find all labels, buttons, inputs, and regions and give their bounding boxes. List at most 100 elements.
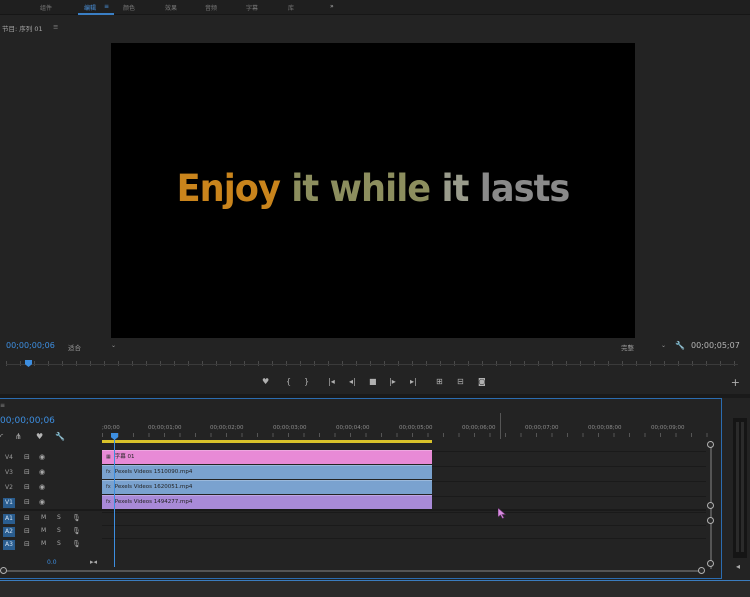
solo-button[interactable]: S: [57, 514, 61, 521]
workspace-overflow-icon[interactable]: »: [330, 3, 334, 10]
track-lane-a1[interactable]: [102, 512, 706, 526]
eye-icon[interactable]: ◉: [39, 483, 45, 491]
sync-lock-icon[interactable]: ⊟: [24, 527, 30, 535]
video-preview[interactable]: Enjoy it while it lasts: [111, 43, 635, 338]
track-lane-a3[interactable]: [102, 538, 706, 552]
mute-button[interactable]: M: [41, 514, 46, 521]
eye-icon[interactable]: ◉: [39, 453, 45, 461]
solo-button[interactable]: S: [57, 540, 61, 547]
sync-lock-icon[interactable]: ⊟: [24, 453, 30, 461]
work-area-bar[interactable]: [102, 440, 432, 443]
scrollbar-handle-bottom[interactable]: [707, 560, 714, 567]
step-forward-icon[interactable]: |▸: [389, 377, 396, 386]
nest-toggle-icon[interactable]: ◜: [0, 432, 3, 441]
track-name[interactable]: A3: [3, 540, 15, 550]
eye-icon[interactable]: ◉: [39, 468, 45, 476]
insert-icon[interactable]: ⊞: [436, 377, 443, 386]
workspace-menu-icon[interactable]: ≡: [104, 3, 109, 10]
clip-label: Pexels Videos 1620051.mp4: [114, 484, 193, 490]
workspace-tab-captions[interactable]: 字幕: [246, 3, 258, 12]
scrollbar-handle-mid[interactable]: [707, 502, 714, 509]
microphone-icon[interactable]: 🎙: [72, 527, 81, 535]
solo-meter-icon[interactable]: ◂: [736, 562, 740, 571]
mark-in-icon[interactable]: {: [286, 377, 291, 386]
master-volume-value[interactable]: 0.0: [47, 559, 57, 566]
monitor-scrubber[interactable]: [6, 360, 738, 368]
timeline-timecode[interactable]: 00;00;00;06: [0, 416, 55, 426]
ruler-label: 00;00;03;00: [273, 425, 307, 431]
track-name[interactable]: V1: [3, 498, 15, 508]
track-name[interactable]: A2: [3, 527, 15, 537]
sync-lock-icon[interactable]: ⊟: [24, 514, 30, 522]
time-ruler[interactable]: ;00;00 00;00;01;00 00;00;02;00 00;00;03;…: [102, 421, 708, 441]
go-to-out-icon[interactable]: ▸|: [410, 377, 417, 386]
overwrite-icon[interactable]: ⊟: [457, 377, 464, 386]
track-header-a1: A1 ⊟ M S 🎙: [0, 512, 102, 526]
clip-label: 字幕 01: [114, 454, 135, 460]
sync-lock-icon[interactable]: ⊟: [24, 498, 30, 506]
title-clip-icon: ▦: [106, 454, 111, 460]
stop-icon[interactable]: ■: [369, 377, 377, 386]
sync-lock-icon[interactable]: ⊟: [24, 468, 30, 476]
marker-icon[interactable]: ♥: [262, 377, 269, 386]
add-marker-icon[interactable]: ♥: [36, 432, 43, 441]
title-clip[interactable]: ▦ 字幕 01: [102, 450, 432, 464]
camera-icon[interactable]: ◙: [478, 377, 486, 386]
duration-timecode: 00;00;05;07: [691, 341, 740, 350]
track-name[interactable]: A1: [3, 514, 15, 524]
workspace-tab-color[interactable]: 颜色: [123, 3, 135, 12]
vertical-scrollbar[interactable]: [707, 441, 714, 569]
track-name[interactable]: V4: [3, 453, 15, 463]
ruler-label: 00;00;06;00: [462, 425, 496, 431]
playback-quality-select[interactable]: 完整 ⌄: [621, 342, 666, 352]
panel-menu-icon[interactable]: ≡: [53, 23, 58, 31]
workspace-tab-editing[interactable]: 编辑: [84, 3, 96, 12]
chevron-down-icon: ⌄: [110, 342, 116, 349]
eye-icon[interactable]: ◉: [39, 498, 45, 506]
workspace-tab-effects[interactable]: 效果: [165, 3, 177, 12]
wrench-icon[interactable]: 🔧: [55, 432, 65, 441]
audio-meter: [733, 418, 747, 558]
track-header-a2: A2 ⊟ M S 🎙: [0, 525, 102, 539]
fx-badge: fx: [106, 499, 111, 505]
caption-word: Enjoy: [176, 167, 281, 210]
mute-button[interactable]: M: [41, 527, 46, 534]
scrollbar-handle-mid[interactable]: [707, 517, 714, 524]
scrollbar-handle-left[interactable]: [0, 567, 7, 574]
scrollbar-handle-right[interactable]: [698, 567, 705, 574]
timeline-menu-icon[interactable]: ≡: [0, 402, 5, 409]
go-to-end-icon[interactable]: ▸◂: [90, 558, 97, 566]
step-back-icon[interactable]: ◂|: [349, 377, 356, 386]
wrench-icon[interactable]: 🔧: [675, 341, 685, 350]
fx-badge: fx: [106, 469, 111, 475]
workspace-tab-audio[interactable]: 音频: [205, 3, 217, 12]
video-clip[interactable]: fx Pexels Videos 1620051.mp4: [102, 480, 432, 494]
track-name[interactable]: V3: [3, 468, 15, 478]
program-monitor-title[interactable]: 节目: 序列 01: [2, 23, 43, 33]
microphone-icon[interactable]: 🎙: [72, 540, 81, 548]
workspace-bar: 组件 编辑 ≡ 颜色 效果 音频 字幕 库 »: [0, 0, 750, 15]
sync-lock-icon[interactable]: ⊟: [24, 540, 30, 548]
meter-channel: [736, 422, 739, 552]
mouse-cursor-icon: [498, 508, 507, 519]
workspace-tab-libraries[interactable]: 库: [288, 3, 294, 12]
video-clip[interactable]: fx Pexels Videos 1494277.mp4: [102, 495, 432, 509]
video-clip[interactable]: fx Pexels Videos 1510090.mp4: [102, 465, 432, 479]
playhead-line: [114, 439, 115, 567]
horizontal-zoom-scrollbar[interactable]: [0, 567, 706, 575]
playhead-timecode[interactable]: 00;00;00;06: [6, 341, 55, 350]
mute-button[interactable]: M: [41, 540, 46, 547]
add-icon[interactable]: +: [731, 376, 740, 389]
sync-lock-icon[interactable]: ⊟: [24, 483, 30, 491]
scrollbar-handle-top[interactable]: [707, 441, 714, 448]
track-name[interactable]: V2: [3, 483, 15, 493]
caption-word: lasts: [479, 167, 571, 210]
zoom-fit-select[interactable]: 适合 ⌄: [68, 342, 116, 352]
microphone-icon[interactable]: 🎙: [72, 514, 81, 522]
mark-out-icon[interactable]: }: [304, 377, 309, 386]
snap-icon[interactable]: ⋔: [15, 432, 22, 441]
workspace-tab-assembly[interactable]: 组件: [40, 3, 52, 12]
track-lane-a2[interactable]: [102, 525, 706, 539]
solo-button[interactable]: S: [57, 527, 61, 534]
go-to-in-icon[interactable]: |◂: [328, 377, 335, 386]
